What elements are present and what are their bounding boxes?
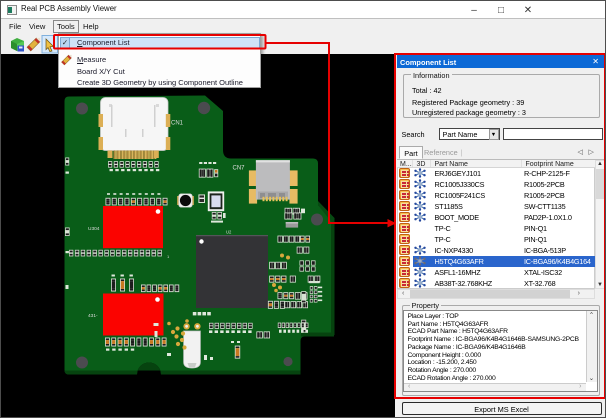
svg-text:U2: U2 bbox=[226, 230, 232, 235]
svg-text:U304: U304 bbox=[88, 226, 100, 232]
svg-text:CN1: CN1 bbox=[171, 121, 184, 127]
svg-text:431-: 431- bbox=[88, 313, 98, 319]
svg-text:CN7: CN7 bbox=[233, 166, 246, 172]
